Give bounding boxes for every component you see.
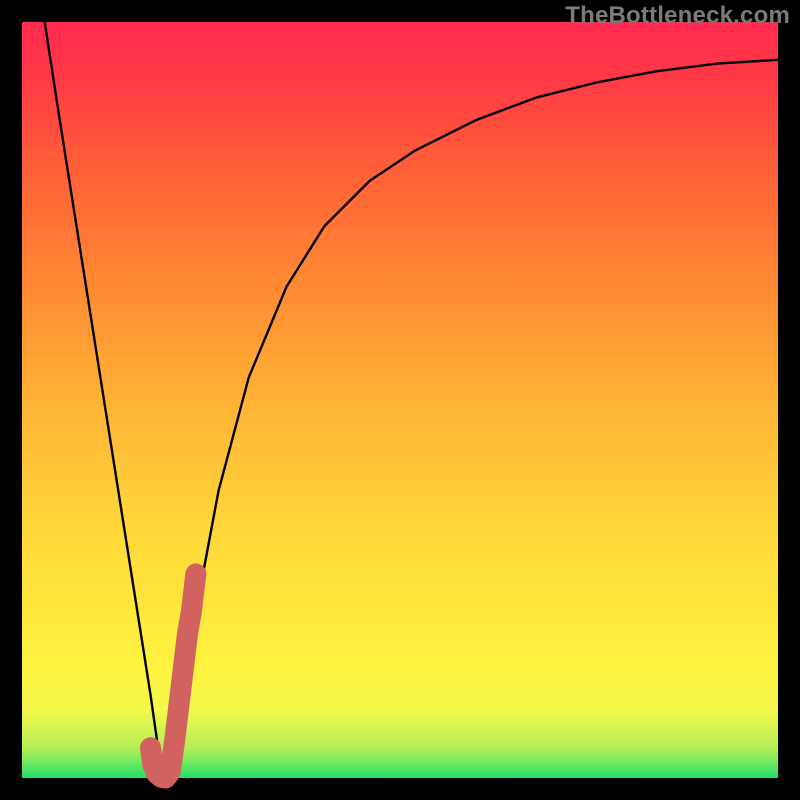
chart-frame: TheBottleneck.com	[0, 0, 800, 800]
plot-area	[22, 22, 778, 778]
